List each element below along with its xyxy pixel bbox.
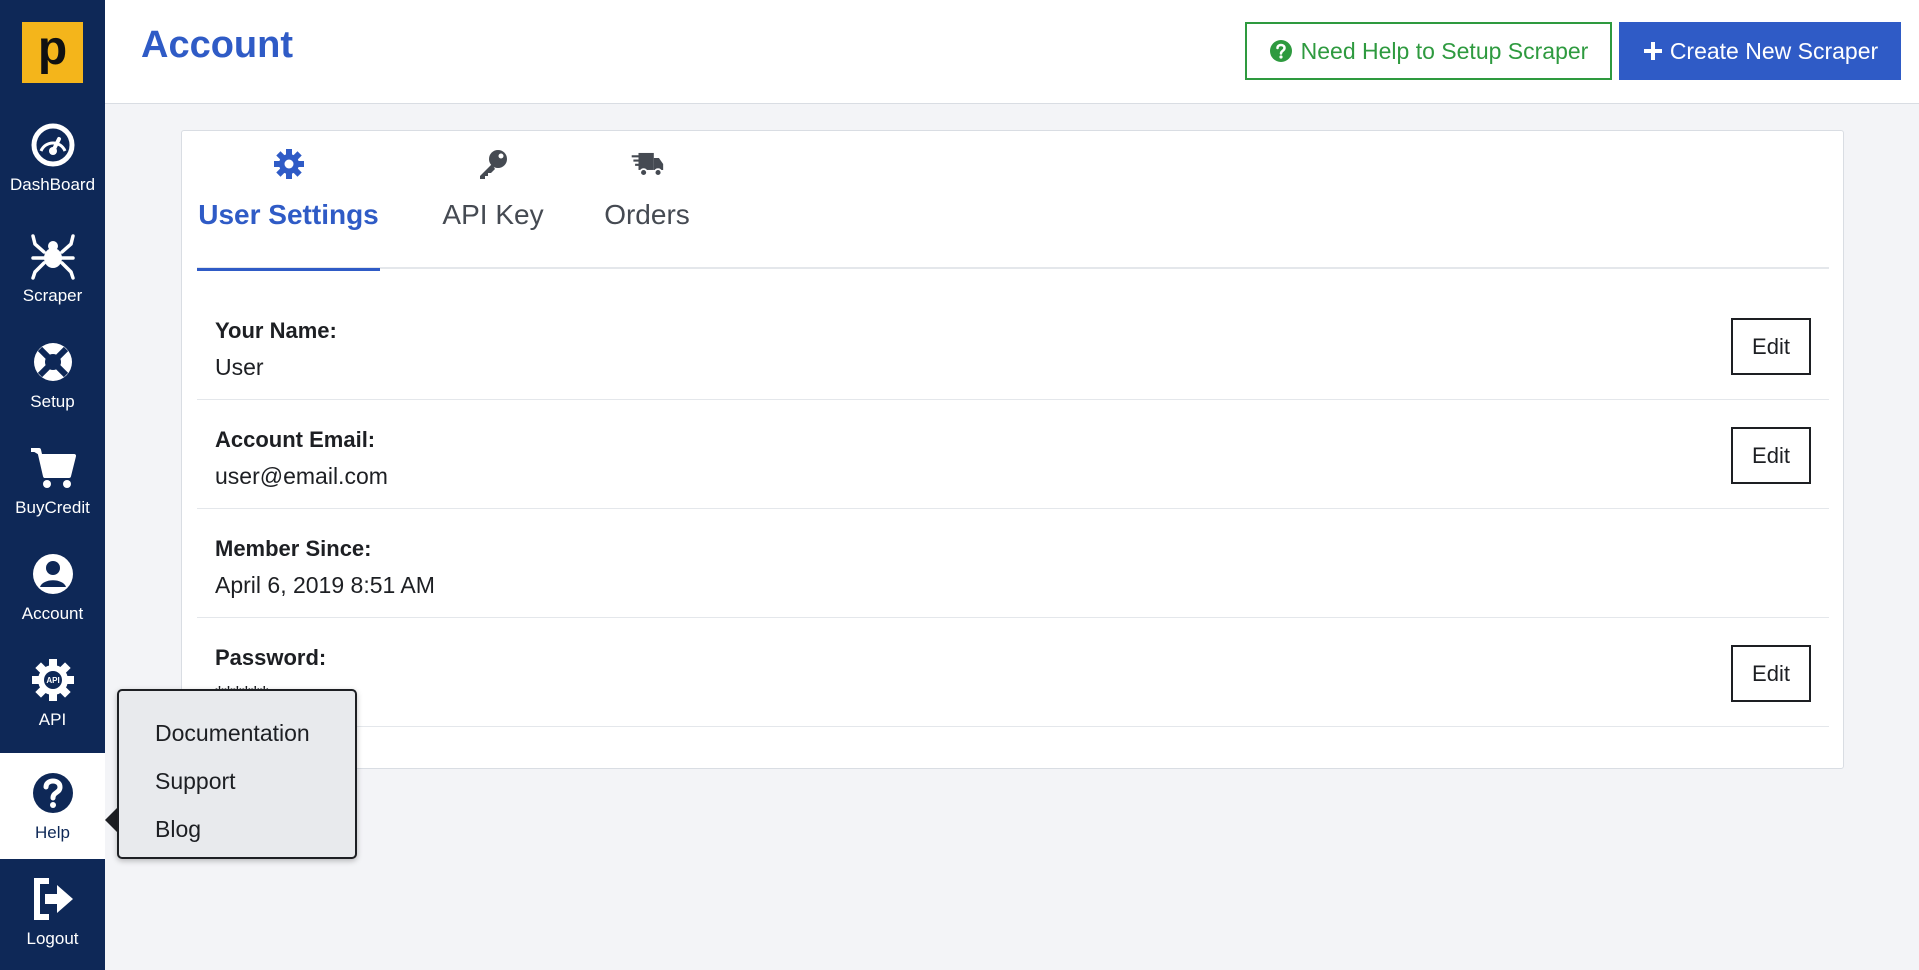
gear-icon (273, 149, 304, 179)
field-row-email: Account Email: user@email.com Edit (197, 400, 1829, 509)
field-row-password: Password: ****** Edit (197, 618, 1829, 727)
sidebar-item-account[interactable]: Account (0, 534, 105, 640)
sidebar-item-dashboard[interactable]: DashBoard (0, 105, 105, 211)
top-header: Account Need Help to Setup Scraper Creat… (105, 0, 1919, 104)
sidebar-item-help[interactable]: Help (0, 753, 105, 859)
logo[interactable]: p (22, 22, 83, 83)
truck-icon (631, 152, 664, 177)
menu-item-blog[interactable]: Blog (119, 805, 355, 853)
edit-password-button[interactable]: Edit (1731, 645, 1811, 702)
sidebar-item-setup[interactable]: Setup (0, 322, 105, 428)
need-help-button[interactable]: Need Help to Setup Scraper (1245, 22, 1612, 80)
need-help-label: Need Help to Setup Scraper (1300, 37, 1589, 64)
help-menu-popover: Documentation Support Blog (117, 689, 357, 859)
popover-arrow (105, 808, 117, 832)
question-circle-icon (1269, 40, 1292, 62)
lifebuoy-icon (33, 343, 72, 381)
account-card: User Settings API Key Orders Your Name: … (181, 130, 1844, 769)
field-label: Your Name: (215, 318, 337, 343)
sidebar-item-label: Help (35, 823, 70, 842)
api-gear-icon: API (31, 659, 74, 701)
sidebar-item-label: Logout (26, 929, 79, 948)
create-scraper-button[interactable]: Create New Scraper (1619, 22, 1901, 80)
sidebar-item-label: Scraper (22, 286, 83, 305)
page-title: Account (141, 24, 293, 66)
sidebar-item-label: API (38, 710, 67, 729)
user-circle-icon (32, 554, 73, 594)
field-value: user@email.com (215, 463, 388, 489)
dashboard-icon (31, 123, 74, 167)
field-value: April 6, 2019 8:51 AM (215, 572, 435, 598)
sidebar-item-label: Account (21, 604, 84, 623)
key-icon (480, 150, 507, 179)
field-value: User (215, 354, 264, 380)
menu-item-support[interactable]: Support (119, 757, 355, 805)
field-label: Member Since: (215, 536, 372, 561)
tab-label: API Key (442, 199, 544, 230)
logout-icon (33, 878, 73, 920)
tab-bar: User Settings API Key Orders (197, 131, 1829, 271)
cart-icon (30, 448, 76, 488)
spider-icon (30, 234, 75, 280)
sidebar-item-label: BuyCredit (15, 498, 90, 517)
sidebar-item-scraper[interactable]: Scraper (0, 216, 105, 322)
sidebar-item-logout[interactable]: Logout (0, 859, 105, 965)
tab-user-settings[interactable]: User Settings (197, 131, 380, 271)
edit-name-button[interactable]: Edit (1731, 318, 1811, 375)
create-scraper-label: Create New Scraper (1669, 37, 1879, 64)
svg-text:API: API (46, 676, 59, 685)
field-row-member-since: Member Since: April 6, 2019 8:51 AM (197, 509, 1829, 618)
sidebar-item-label: DashBoard (9, 175, 96, 194)
question-circle-icon (32, 773, 73, 813)
edit-email-button[interactable]: Edit (1731, 427, 1811, 484)
sidebar-item-api[interactable]: API API (0, 640, 105, 746)
field-label: Password: (215, 645, 327, 670)
field-label: Account Email: (215, 427, 376, 452)
sidebar-item-label: Setup (30, 392, 75, 411)
sidebar-item-buycredit[interactable]: BuyCredit (0, 428, 105, 534)
field-row-name: Your Name: User Edit (197, 291, 1829, 400)
tab-api-key[interactable]: API Key (442, 131, 544, 269)
tab-label: User Settings (198, 199, 379, 230)
sidebar: p DashBoard Scraper Setup BuyCredit Acco… (0, 0, 105, 970)
plus-icon (1643, 42, 1662, 60)
tab-label: Orders (604, 199, 690, 230)
menu-item-documentation[interactable]: Documentation (119, 709, 355, 757)
tab-orders[interactable]: Orders (602, 131, 692, 269)
